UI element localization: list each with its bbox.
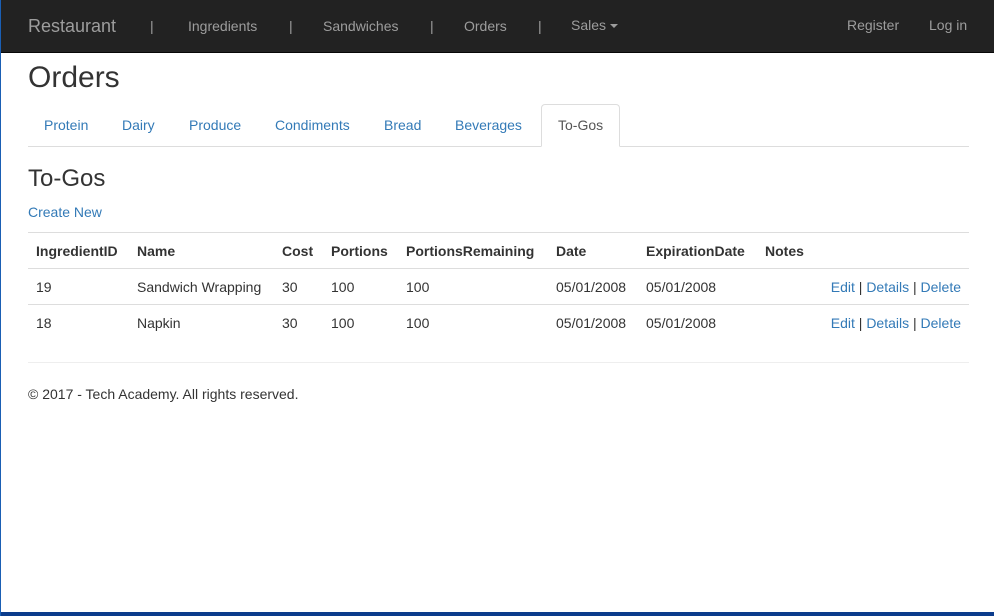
nav-separator: |: [289, 18, 293, 34]
table-header-row: IngredientID Name Cost Portions Portions…: [28, 232, 969, 269]
cell-portions: 100: [323, 268, 398, 305]
column-header-portions: Portions: [323, 232, 398, 269]
edit-link[interactable]: Edit: [831, 315, 855, 331]
page-title: Orders: [28, 61, 120, 94]
cell-expirationdate: 05/01/2008: [638, 268, 757, 305]
tab-to-gos[interactable]: To-Gos: [541, 104, 621, 147]
cell-portions: 100: [323, 304, 398, 341]
navbar: Restaurant | Ingredients | Sandwiches | …: [1, 0, 994, 53]
nav-item-orders[interactable]: Orders: [464, 18, 507, 34]
section-title: To-Gos: [28, 165, 106, 192]
action-separator: |: [913, 278, 917, 295]
nav-item-sales-label: Sales: [571, 17, 607, 33]
tab-dairy[interactable]: Dairy: [106, 104, 171, 146]
brand-link[interactable]: Restaurant: [28, 16, 116, 37]
column-header-cost: Cost: [274, 232, 323, 269]
action-separator: |: [858, 314, 863, 331]
tab-condiments[interactable]: Condiments: [259, 104, 366, 146]
cell-expirationdate: 05/01/2008: [638, 304, 757, 341]
column-header-expirationdate: ExpirationDate: [638, 232, 757, 269]
cell-portionsremaining: 100: [398, 304, 548, 341]
nav-item-sandwiches[interactable]: Sandwiches: [323, 18, 399, 34]
column-header-name: Name: [129, 232, 274, 269]
footer-copyright: © 2017 - Tech Academy. All rights reserv…: [28, 386, 299, 402]
cell-name: Sandwich Wrapping: [129, 268, 274, 305]
cell-actions: Edit | Details | Delete: [757, 304, 969, 341]
cell-actions: Edit | Details | Delete: [757, 268, 969, 305]
edit-link[interactable]: Edit: [831, 279, 855, 295]
nav-separator: |: [430, 18, 434, 34]
tab-beverages[interactable]: Beverages: [439, 104, 538, 146]
action-separator: |: [913, 314, 917, 331]
nav-separator: |: [150, 18, 154, 34]
cell-name: Napkin: [129, 304, 274, 341]
cell-ingredientid: 19: [28, 268, 129, 305]
tab-protein[interactable]: Protein: [28, 104, 104, 146]
window-bottom-edge: [1, 612, 994, 616]
nav-item-sales-dropdown[interactable]: Sales: [571, 17, 619, 33]
register-link[interactable]: Register: [847, 17, 899, 33]
column-header-date: Date: [548, 232, 638, 269]
details-link[interactable]: Details: [866, 279, 909, 295]
tab-bread[interactable]: Bread: [368, 104, 437, 146]
nav-item-ingredients[interactable]: Ingredients: [188, 18, 257, 34]
delete-link[interactable]: Delete: [921, 279, 961, 295]
category-tabs: Protein Dairy Produce Condiments Bread B…: [28, 104, 969, 147]
to-gos-table: IngredientID Name Cost Portions Portions…: [28, 232, 969, 341]
column-header-notes: Notes: [757, 232, 969, 269]
tab-produce[interactable]: Produce: [173, 104, 257, 146]
cell-date: 05/01/2008: [548, 304, 638, 341]
footer-divider: [28, 362, 969, 363]
action-separator: |: [858, 278, 863, 295]
delete-link[interactable]: Delete: [921, 315, 961, 331]
cell-ingredientid: 18: [28, 304, 129, 341]
cell-date: 05/01/2008: [548, 268, 638, 305]
nav-separator: |: [538, 18, 542, 34]
column-header-ingredientid: IngredientID: [28, 232, 129, 269]
table-row: 19 Sandwich Wrapping 30 100 100 05/01/20…: [28, 268, 969, 305]
login-link[interactable]: Log in: [929, 17, 967, 33]
caret-down-icon: [610, 24, 619, 29]
create-new-link[interactable]: Create New: [28, 204, 102, 220]
cell-cost: 30: [274, 268, 323, 305]
cell-cost: 30: [274, 304, 323, 341]
column-header-portionsremaining: PortionsRemaining: [398, 232, 548, 269]
table-row: 18 Napkin 30 100 100 05/01/2008 05/01/20…: [28, 304, 969, 341]
details-link[interactable]: Details: [866, 315, 909, 331]
cell-portionsremaining: 100: [398, 268, 548, 305]
